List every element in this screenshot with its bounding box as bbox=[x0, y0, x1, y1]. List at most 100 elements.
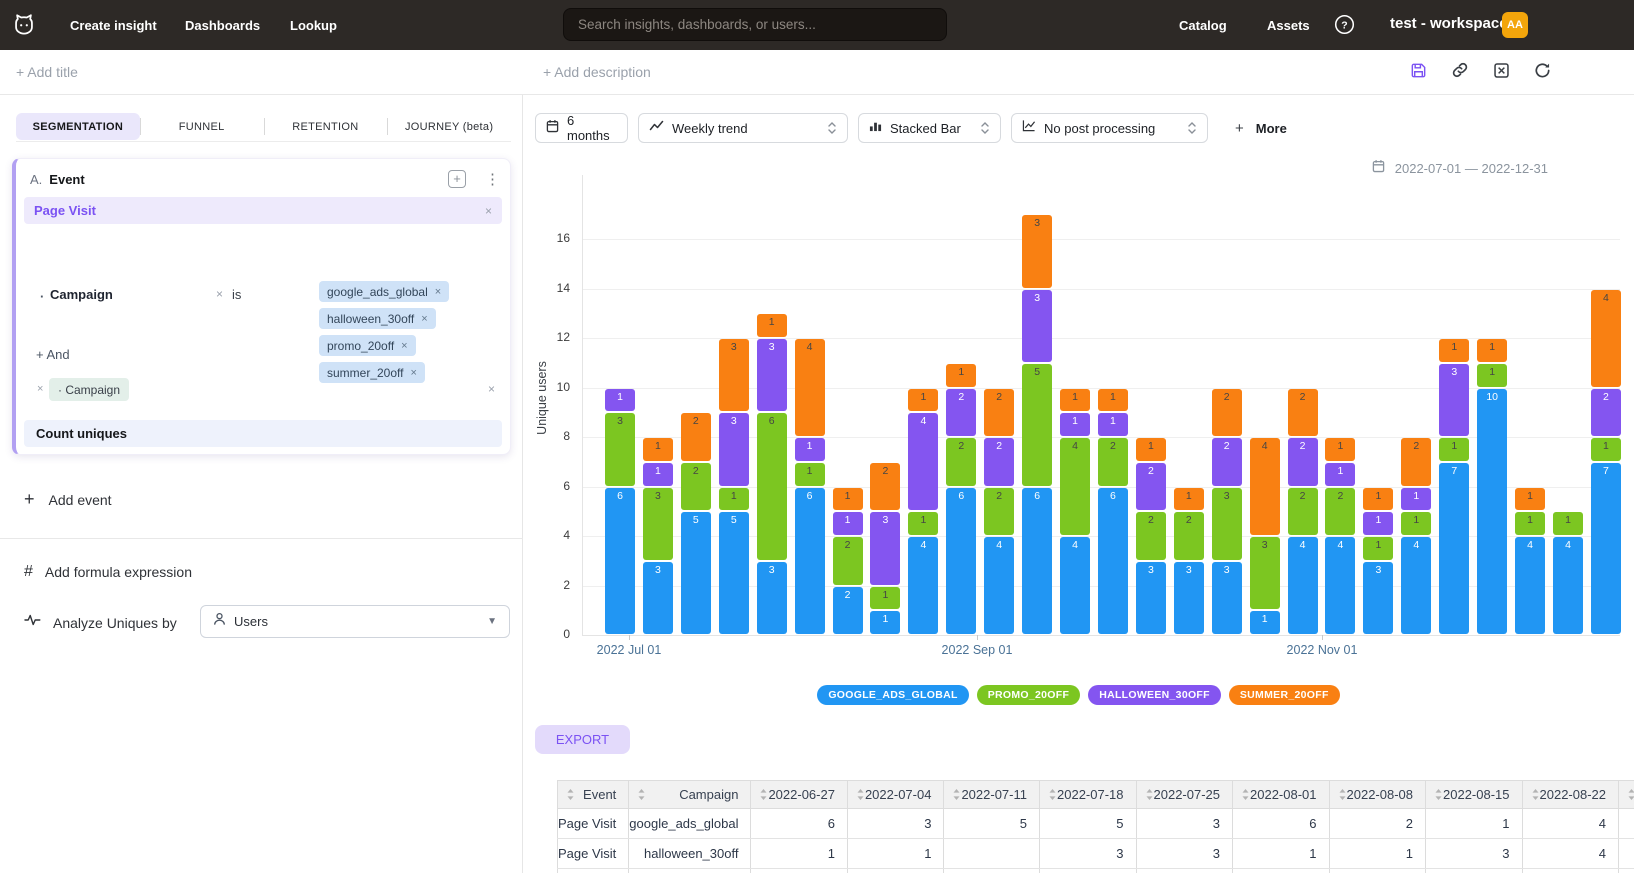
filter-value-chip[interactable]: google_ads_global× bbox=[319, 281, 449, 302]
bar-segment[interactable]: 1 bbox=[643, 438, 673, 461]
bar-segment[interactable]: 2 bbox=[1288, 389, 1318, 437]
bar-segment[interactable]: 3 bbox=[1022, 215, 1052, 287]
bar-segment[interactable]: 2 bbox=[1136, 463, 1166, 511]
sort-icon[interactable] bbox=[1145, 788, 1154, 801]
bar-segment[interactable]: 1 bbox=[1363, 537, 1393, 560]
bar-segment[interactable]: 2 bbox=[1136, 512, 1166, 560]
bar-segment[interactable]: 2 bbox=[1288, 488, 1318, 536]
add-and-condition[interactable]: + And bbox=[36, 347, 70, 362]
sort-icon[interactable] bbox=[1241, 788, 1250, 801]
bar-segment[interactable]: 1 bbox=[1515, 512, 1545, 535]
bar-segment[interactable]: 3 bbox=[643, 562, 673, 634]
bar-segment[interactable]: 1 bbox=[795, 438, 825, 461]
bar-segment[interactable]: 1 bbox=[870, 611, 900, 634]
bar-segment[interactable]: 4 bbox=[1060, 537, 1090, 634]
bar-segment[interactable]: 2 bbox=[681, 413, 711, 461]
column-header[interactable]: 2022-07-25 bbox=[1136, 781, 1233, 809]
column-header[interactable]: 2022-06-27 bbox=[751, 781, 848, 809]
bar-segment[interactable]: 5 bbox=[719, 512, 749, 634]
bar-segment[interactable]: 3 bbox=[870, 512, 900, 584]
column-header[interactable]: 2022-07-11 bbox=[944, 781, 1040, 809]
remove-filter-icon[interactable]: × bbox=[216, 287, 223, 301]
tab-journey[interactable]: JOURNEY (beta) bbox=[387, 113, 511, 140]
legend-pill[interactable]: HALLOWEEN_30OFF bbox=[1088, 685, 1221, 705]
filter-value-chip[interactable]: halloween_30off× bbox=[319, 308, 436, 329]
bar-segment[interactable]: 3 bbox=[1022, 290, 1052, 362]
sort-icon[interactable] bbox=[1048, 788, 1057, 801]
column-header[interactable]: 2022-08-01 bbox=[1233, 781, 1330, 809]
bar-segment[interactable]: 2 bbox=[1401, 438, 1431, 486]
legend-pill[interactable]: PROMO_20OFF bbox=[977, 685, 1080, 705]
bar-segment[interactable]: 4 bbox=[1591, 290, 1621, 387]
bar-segment[interactable]: 6 bbox=[795, 488, 825, 635]
bar-segment[interactable]: 6 bbox=[1022, 488, 1052, 635]
bar-segment[interactable]: 3 bbox=[719, 339, 749, 411]
column-header[interactable]: Event bbox=[558, 781, 629, 809]
bar-segment[interactable]: 2 bbox=[1174, 512, 1204, 560]
bar-segment[interactable]: 1 bbox=[1401, 488, 1431, 511]
filter-property[interactable]: Campaign bbox=[50, 287, 113, 302]
column-header[interactable]: 2022-08-08 bbox=[1329, 781, 1426, 809]
bar-segment[interactable]: 2 bbox=[1325, 488, 1355, 536]
legend-pill[interactable]: SUMMER_20OFF bbox=[1229, 685, 1340, 705]
bar-segment[interactable]: 1 bbox=[908, 512, 938, 535]
bar-segment[interactable]: 3 bbox=[757, 562, 787, 634]
trend-select[interactable]: Weekly trend bbox=[638, 113, 848, 143]
bar-segment[interactable]: 4 bbox=[1288, 537, 1318, 634]
tab-retention[interactable]: RETENTION bbox=[264, 113, 388, 140]
copy-link-icon[interactable] bbox=[1450, 60, 1470, 80]
bar-segment[interactable]: 1 bbox=[1591, 438, 1621, 461]
bar-segment[interactable]: 1 bbox=[1098, 389, 1128, 412]
bar-segment[interactable]: 2 bbox=[833, 537, 863, 585]
sort-icon[interactable] bbox=[566, 788, 575, 801]
nav-catalog[interactable]: Catalog bbox=[1179, 18, 1227, 33]
bar-segment[interactable]: 1 bbox=[757, 314, 787, 337]
nav-dashboards[interactable]: Dashboards bbox=[185, 18, 260, 33]
help-icon[interactable]: ? bbox=[1334, 14, 1355, 40]
sort-icon[interactable] bbox=[637, 788, 646, 801]
filter-value-chip[interactable]: summer_20off× bbox=[319, 362, 425, 383]
column-header[interactable]: Campaign bbox=[629, 781, 751, 809]
bar-segment[interactable]: 1 bbox=[908, 389, 938, 412]
remove-chip-icon[interactable]: × bbox=[401, 340, 407, 352]
bar-segment[interactable]: 1 bbox=[870, 587, 900, 610]
bar-segment[interactable]: 6 bbox=[757, 413, 787, 560]
add-title-field[interactable]: + Add title bbox=[16, 64, 78, 80]
bar-segment[interactable]: 1 bbox=[1250, 611, 1280, 634]
bar-segment[interactable]: 1 bbox=[719, 488, 749, 511]
bar-segment[interactable]: 4 bbox=[1250, 438, 1280, 535]
search-input[interactable] bbox=[563, 8, 947, 41]
bar-segment[interactable]: 1 bbox=[1136, 438, 1166, 461]
selected-event[interactable]: Page Visit bbox=[34, 203, 96, 218]
bar-segment[interactable]: 2 bbox=[1288, 438, 1318, 486]
more-button[interactable]: + More bbox=[1235, 113, 1287, 143]
bar-segment[interactable]: 1 bbox=[833, 488, 863, 511]
save-icon[interactable] bbox=[1409, 61, 1428, 80]
close-box-icon[interactable] bbox=[1492, 61, 1511, 80]
filter-operator[interactable]: is bbox=[232, 287, 241, 302]
bar-segment[interactable]: 1 bbox=[1477, 339, 1507, 362]
tab-segmentation[interactable]: SEGMENTATION bbox=[16, 113, 140, 140]
bar-segment[interactable]: 1 bbox=[833, 512, 863, 535]
add-description-field[interactable]: + Add description bbox=[543, 64, 651, 80]
bar-segment[interactable]: 3 bbox=[1174, 562, 1204, 634]
bar-segment[interactable]: 1 bbox=[795, 463, 825, 486]
cat-logo-icon[interactable] bbox=[8, 9, 40, 41]
workspace-name[interactable]: test - workspace bbox=[1390, 15, 1508, 32]
add-event-button[interactable]: + Add event bbox=[24, 489, 112, 510]
bar-segment[interactable]: 1 bbox=[643, 463, 673, 486]
remove-event-icon[interactable]: × bbox=[485, 204, 492, 218]
bar-segment[interactable]: 1 bbox=[1401, 512, 1431, 535]
bar-segment[interactable]: 4 bbox=[1515, 537, 1545, 634]
bar-segment[interactable]: 2 bbox=[984, 438, 1014, 486]
bar-segment[interactable]: 2 bbox=[681, 463, 711, 511]
bar-segment[interactable]: 1 bbox=[1553, 512, 1583, 535]
add-formula-button[interactable]: # Add formula expression bbox=[24, 563, 192, 581]
nav-lookup[interactable]: Lookup bbox=[290, 18, 337, 33]
bar-segment[interactable]: 1 bbox=[1174, 488, 1204, 511]
export-button[interactable]: EXPORT bbox=[535, 725, 630, 754]
sort-icon[interactable] bbox=[759, 788, 768, 801]
column-header[interactable]: 2022-07-04 bbox=[847, 781, 944, 809]
column-header[interactable]: 2022-08-29 bbox=[1619, 781, 1634, 809]
remove-chip-icon[interactable]: × bbox=[421, 313, 427, 325]
